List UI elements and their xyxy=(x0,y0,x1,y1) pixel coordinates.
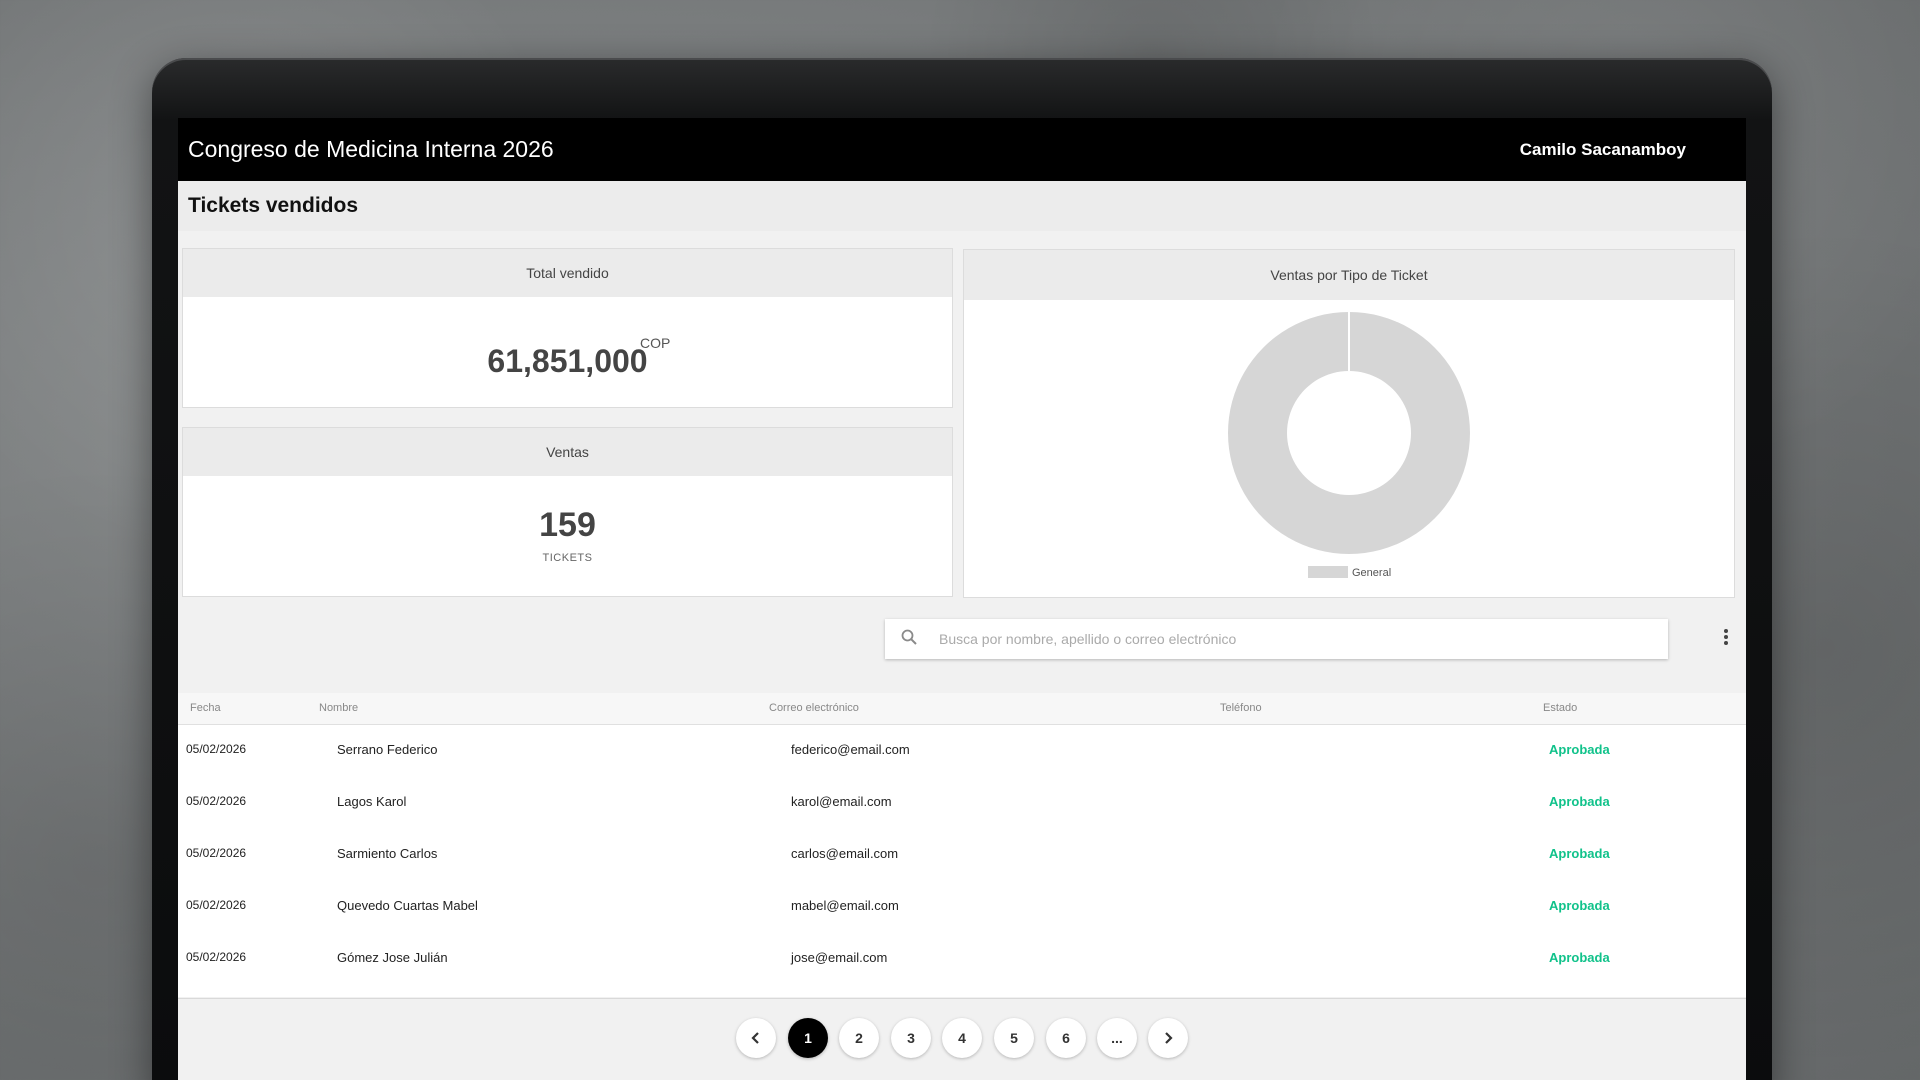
table-row[interactable]: 05/02/2026 Gómez Jose Julián jose@email.co… xyxy=(178,933,1746,985)
page-button-3[interactable]: 3 xyxy=(891,1018,931,1058)
cell-correo: jose@email.com xyxy=(791,950,888,965)
page-header: Tickets vendidos xyxy=(178,181,1746,231)
column-header-fecha[interactable]: Fecha xyxy=(190,702,221,714)
sales-card: Ventas 159 TICKETS xyxy=(182,427,953,597)
table-row[interactable]: 05/02/2026 Sarmiento Carlos carlos@email.c… xyxy=(178,829,1746,881)
cell-estado: Aprobada xyxy=(1549,898,1610,913)
table-row[interactable]: 05/02/2026 Quevedo Cuartas Mabel mabel@ema… xyxy=(178,881,1746,933)
cell-nombre: Lagos Karol xyxy=(337,794,407,809)
pagination: 1 2 3 4 5 6 ... xyxy=(178,998,1746,1080)
page-button-5[interactable]: 5 xyxy=(994,1018,1034,1058)
more-options-icon[interactable] xyxy=(1718,626,1734,655)
cell-fecha: 05/02/2026 xyxy=(186,950,247,964)
cell-correo: carlos@email.com xyxy=(791,846,899,861)
cell-fecha: 05/02/2026 xyxy=(186,846,247,860)
total-sold-value: 61,851,000 xyxy=(487,343,648,379)
cell-estado: Aprobada xyxy=(1549,742,1610,757)
column-header-correo[interactable]: Correo electrónico xyxy=(769,702,859,714)
cell-fecha: 05/02/2026 xyxy=(186,794,247,808)
tickets-table: Fecha Nombre Correo electrónico Teléfono… xyxy=(178,693,1746,997)
page-button-2[interactable]: 2 xyxy=(839,1018,879,1058)
total-sold-metric: 61,851,000 COP xyxy=(183,297,952,407)
sales-sub-label: TICKETS xyxy=(542,552,593,564)
donut-chart: General xyxy=(1227,312,1470,579)
table-header: Fecha Nombre Correo electrónico Teléfono… xyxy=(178,693,1746,725)
chart-card-title: Ventas por Tipo de Ticket xyxy=(964,250,1734,300)
cell-fecha: 05/02/2026 xyxy=(186,898,247,912)
ticket-type-chart-card: Ventas por Tipo de Ticket General xyxy=(963,249,1735,598)
total-sold-unit: COP xyxy=(640,335,671,351)
search-icon xyxy=(885,629,925,650)
sales-card-title: Ventas xyxy=(183,428,952,476)
cell-nombre: Gómez Jose Julián xyxy=(337,950,448,965)
page-button-6[interactable]: 6 xyxy=(1046,1018,1086,1058)
top-bar: Congreso de Medicina Interna 2026 Camilo… xyxy=(178,118,1746,181)
app-screen: Congreso de Medicina Interna 2026 Camilo… xyxy=(178,118,1746,1080)
total-sold-card-title: Total vendido xyxy=(183,249,952,297)
cell-nombre: Sarmiento Carlos xyxy=(337,846,438,861)
cell-fecha: 05/02/2026 xyxy=(186,742,247,756)
legend-label[interactable]: General xyxy=(1352,567,1391,579)
table-body: 05/02/2026 Serrano Federico federico@email… xyxy=(178,725,1746,997)
column-header-nombre[interactable]: Nombre xyxy=(319,702,358,714)
column-header-estado[interactable]: Estado xyxy=(1543,702,1577,714)
chevron-right-icon[interactable] xyxy=(1148,1018,1188,1058)
page-button-4[interactable]: 4 xyxy=(942,1018,982,1058)
page-title: Tickets vendidos xyxy=(188,194,359,217)
cell-correo: federico@email.com xyxy=(791,742,910,757)
chevron-left-icon[interactable] xyxy=(736,1018,776,1058)
cell-correo: mabel@email.com xyxy=(791,898,899,913)
cell-correo: karol@email.com xyxy=(791,794,892,809)
page-button-1[interactable]: 1 xyxy=(788,1018,828,1058)
cell-estado: Aprobada xyxy=(1549,794,1610,809)
table-row[interactable]: 05/02/2026 Serrano Federico federico@email… xyxy=(178,725,1746,777)
cell-estado: Aprobada xyxy=(1549,950,1610,965)
cell-nombre: Serrano Federico xyxy=(337,742,438,757)
app-title: Congreso de Medicina Interna 2026 xyxy=(188,136,554,162)
cell-nombre: Quevedo Cuartas Mabel xyxy=(337,898,478,913)
column-header-telefono[interactable]: Teléfono xyxy=(1220,702,1262,714)
sales-value: 159 xyxy=(539,506,596,544)
cell-estado: Aprobada xyxy=(1549,846,1610,861)
page-button-ellipsis[interactable]: ... xyxy=(1097,1018,1137,1058)
sales-metric: 159 TICKETS xyxy=(183,476,952,596)
legend-swatch xyxy=(1308,566,1348,578)
total-sold-card: Total vendido 61,851,000 COP xyxy=(182,248,953,408)
search-box xyxy=(885,619,1668,659)
user-menu[interactable]: Camilo Sacanamboy xyxy=(1520,140,1686,160)
search-input[interactable] xyxy=(925,619,1668,659)
table-row[interactable]: 05/02/2026Florez Gomez Sebastiansebas@em… xyxy=(178,985,1746,997)
table-row[interactable]: 05/02/2026 Lagos Karol karol@email.com Apro… xyxy=(178,777,1746,829)
